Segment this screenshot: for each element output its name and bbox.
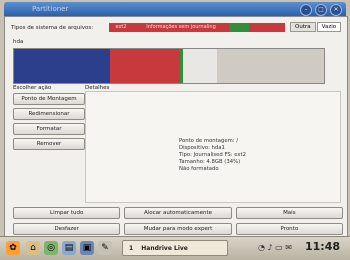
partition-free-segment[interactable] — [183, 49, 217, 83]
app-icon[interactable]: ✎ — [98, 241, 112, 255]
task-label: Handrive Live — [141, 245, 188, 252]
minimize-icon[interactable]: – — [300, 4, 312, 16]
bottom-button-area: Limpar tudo Alocar automaticamente Mais … — [13, 207, 343, 239]
file-manager-icon[interactable]: ▣ — [80, 241, 94, 255]
window-title: Partitioner — [32, 5, 69, 13]
info-format-status: Não formatado — [179, 166, 219, 172]
task-number: 1 — [129, 245, 134, 252]
tab-vazio[interactable]: Vazio — [316, 22, 342, 32]
disk-partition-bar[interactable] — [13, 48, 325, 84]
legend-item-red-3 — [265, 23, 285, 32]
tray-icons: ◔ ♪ ▭ ✉ — [258, 243, 292, 252]
info-mount-point: Ponto de montagem: / — [179, 138, 239, 144]
partition-used-segment[interactable] — [14, 49, 110, 83]
window-controls: – □ ✕ — [300, 4, 342, 16]
window-titlebar[interactable]: Partitioner – □ ✕ — [4, 2, 346, 16]
legend-item-red-2 — [249, 23, 265, 32]
mount-point-button[interactable]: Ponto de Montagem — [13, 93, 85, 105]
undo-button[interactable]: Desfazer — [13, 223, 121, 235]
partitioner-window: Tipos de sistema de arquivos: ext2 Infor… — [4, 16, 348, 237]
taskbar-task-handrive[interactable]: 1 Handrive Live — [122, 240, 228, 256]
actions-list: Ponto de Montagem Redimensionar Formatar… — [13, 93, 85, 150]
info-device: Dispositivo: hda1 — [179, 145, 225, 151]
fs-tabs: Outra Vazio — [289, 22, 342, 32]
format-button[interactable]: Formatar — [13, 123, 85, 135]
maximize-icon[interactable]: □ — [315, 4, 327, 16]
info-size: Tamanho: 4.8GB (34%) — [179, 159, 241, 165]
partition-unallocated-segment[interactable] — [217, 49, 324, 83]
filesystem-types-label: Tipos de sistema de arquivos: — [11, 25, 94, 31]
terminal-icon[interactable]: ▤ — [62, 241, 76, 255]
legend-item-ext2: ext2 — [109, 23, 133, 32]
resize-button[interactable]: Redimensionar — [13, 108, 85, 120]
taskbar: ✿ ⌂ ◎ ▤ ▣ ✎ 1 Handrive Live ◔ ♪ ▭ ✉ 11:4… — [0, 236, 350, 260]
auto-allocate-button[interactable]: Alocar automaticamente — [124, 207, 232, 219]
start-menu-icon[interactable]: ✿ — [6, 241, 20, 255]
more-button[interactable]: Mais — [235, 207, 343, 219]
clear-all-button[interactable]: Limpar tudo — [13, 207, 121, 219]
actions-header: Escolher ação — [13, 85, 52, 91]
desktop: Partitioner – □ ✕ Tipos de sistema de ar… — [0, 0, 350, 260]
close-icon[interactable]: ✕ — [330, 4, 342, 16]
bottom-row-2: Desfazer Mudar para modo expert Pronto — [13, 223, 343, 235]
expert-mode-button[interactable]: Mudar para modo expert — [124, 223, 232, 235]
filesystem-legend: ext2 Informações sem journaling — [109, 23, 285, 32]
disk-label: hda — [13, 39, 24, 45]
globe-icon[interactable]: ◎ — [44, 241, 58, 255]
partition-hda1-segment[interactable] — [110, 49, 183, 83]
remove-button[interactable]: Remover — [13, 138, 85, 150]
legend-item-green — [229, 23, 249, 32]
clock: 11:48 — [304, 240, 340, 253]
info-type: Tipo: Journalised FS: ext2 — [179, 152, 247, 158]
done-button[interactable]: Pronto — [235, 223, 343, 235]
partition-info: Ponto de montagem: / Dispositivo: hda1 T… — [179, 138, 246, 173]
tab-outra[interactable]: Outra — [290, 22, 316, 32]
legend-item-no-journaling: Informações sem journaling — [133, 23, 229, 32]
bottom-row-1: Limpar tudo Alocar automaticamente Mais — [13, 207, 343, 219]
home-folder-icon[interactable]: ⌂ — [26, 241, 40, 255]
